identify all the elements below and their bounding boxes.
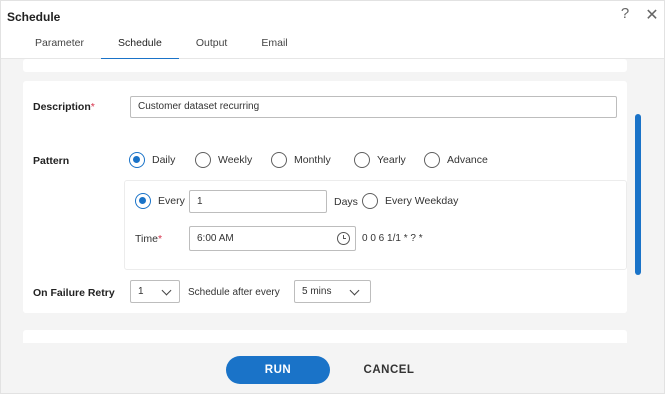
time-label: Time* [135, 233, 162, 245]
radio-label: Advance [447, 154, 488, 166]
pattern-daily-radio[interactable]: Daily [129, 152, 175, 168]
daily-options-panel: Every 1 Days Every Weekday Time* 6:00 AM… [124, 180, 627, 270]
radio-circle [129, 152, 145, 168]
required-marker: * [157, 233, 163, 245]
retry-count-value: 1 [138, 286, 144, 297]
radio-label: Monthly [294, 154, 331, 166]
radio-label: Every [158, 195, 185, 207]
clock-icon[interactable] [337, 232, 350, 245]
cancel-button[interactable]: CANCEL [351, 356, 427, 384]
dialog-title: Schedule [7, 10, 61, 24]
form-section-bottom [23, 330, 627, 343]
chevron-down-icon [349, 285, 360, 296]
radio-circle [195, 152, 211, 168]
failure-retry-section: On Failure Retry 1 Schedule after every … [23, 270, 627, 313]
chevron-down-icon [161, 285, 172, 296]
form-section-top [23, 59, 627, 72]
required-marker: * [90, 101, 95, 113]
schedule-form: Description* Customer dataset recurring … [23, 59, 627, 343]
tab-bar: Parameter Schedule Output Email [18, 37, 305, 60]
time-value: 6:00 AM [197, 233, 234, 244]
description-label-text: Description [33, 101, 91, 113]
run-button[interactable]: RUN [226, 356, 330, 384]
dialog-header: Schedule ? ✕ Parameter Schedule Output E… [1, 1, 664, 60]
radio-label: Yearly [377, 154, 406, 166]
tab-email[interactable]: Email [244, 37, 304, 59]
radio-circle [135, 193, 151, 209]
help-icon[interactable]: ? [618, 5, 632, 22]
pattern-label: Pattern [33, 155, 70, 167]
failure-retry-label: On Failure Retry [33, 287, 115, 299]
days-label: Days [334, 196, 358, 208]
radio-circle [424, 152, 440, 168]
schedule-dialog: Schedule ? ✕ Parameter Schedule Output E… [0, 0, 665, 394]
retry-interval-value: 5 mins [302, 286, 332, 297]
tab-output[interactable]: Output [179, 37, 245, 59]
description-input[interactable]: Customer dataset recurring [130, 96, 617, 118]
retry-interval-select[interactable]: 5 mins [294, 280, 371, 303]
radio-label: Daily [152, 154, 176, 166]
radio-label: Every Weekday [385, 195, 459, 207]
radio-circle [354, 152, 370, 168]
tab-schedule[interactable]: Schedule [101, 37, 179, 60]
radio-label: Weekly [218, 154, 253, 166]
every-weekday-radio[interactable]: Every Weekday [362, 193, 458, 209]
time-label-text: Time [135, 233, 158, 245]
pattern-yearly-radio[interactable]: Yearly [354, 152, 406, 168]
pattern-monthly-radio[interactable]: Monthly [271, 152, 331, 168]
every-days-input[interactable]: 1 [189, 190, 327, 213]
dialog-footer: RUN CANCEL [1, 343, 664, 393]
pattern-weekly-radio[interactable]: Weekly [195, 152, 252, 168]
cron-expression: 0 0 6 1/1 * ? * [362, 233, 423, 244]
scrollbar-thumb[interactable] [635, 114, 641, 275]
pattern-advance-radio[interactable]: Advance [424, 152, 488, 168]
schedule-after-label: Schedule after every [188, 287, 280, 298]
radio-circle [271, 152, 287, 168]
radio-circle [362, 193, 378, 209]
close-icon[interactable]: ✕ [645, 5, 659, 25]
every-days-radio[interactable]: Every [135, 193, 185, 209]
description-label: Description* [33, 101, 95, 113]
retry-count-select[interactable]: 1 [130, 280, 180, 303]
tab-parameter[interactable]: Parameter [18, 37, 101, 59]
time-input[interactable]: 6:00 AM [189, 226, 356, 251]
